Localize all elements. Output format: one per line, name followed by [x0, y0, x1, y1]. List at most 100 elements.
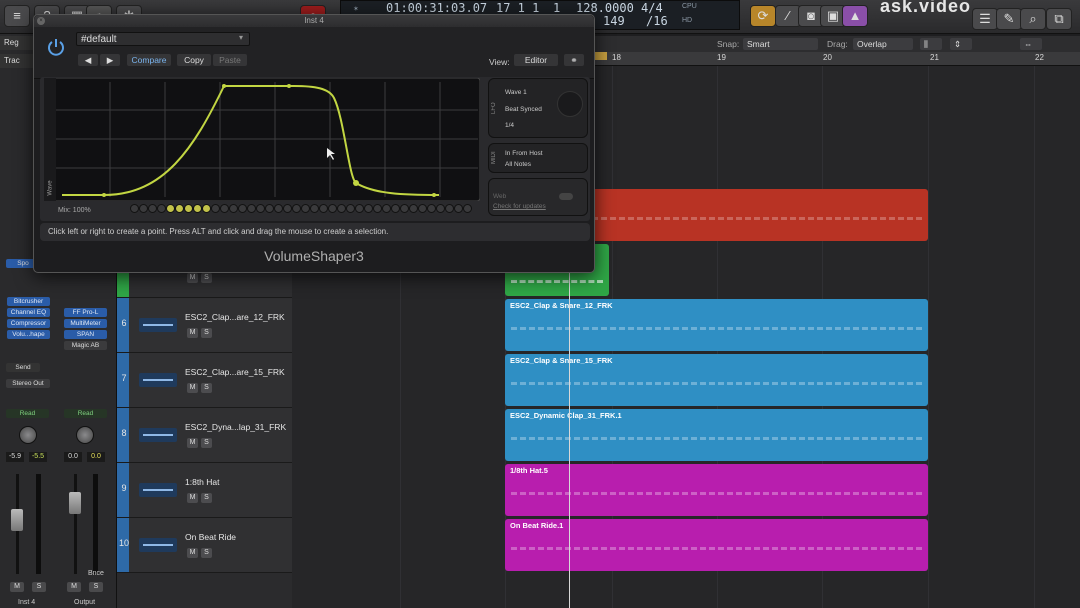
- plugin-slot-compressor[interactable]: Compressor: [7, 319, 50, 328]
- lfo-depth-knob[interactable]: [557, 91, 583, 117]
- check-updates-link[interactable]: Check for updates: [493, 203, 546, 210]
- volume-curve-graph[interactable]: [44, 78, 480, 201]
- track-name[interactable]: ESC2_Clap...are_12_FRK: [185, 312, 285, 322]
- track-solo-button[interactable]: S: [201, 438, 212, 448]
- library-button[interactable]: ≡: [4, 5, 30, 27]
- graph-tool-button[interactable]: [427, 204, 436, 213]
- graph-tool-button[interactable]: [184, 204, 193, 213]
- track-name[interactable]: ESC2_Dyna...lap_31_FRK: [185, 422, 286, 432]
- pan-knob-left[interactable]: [19, 426, 37, 444]
- close-icon[interactable]: ×: [37, 17, 45, 25]
- graph-tool-button[interactable]: [364, 204, 373, 213]
- solo-button-left[interactable]: S: [32, 582, 46, 592]
- waveform-zoom-icon[interactable]: ⫼: [920, 38, 942, 50]
- bounce-label[interactable]: Bnce: [88, 570, 104, 577]
- mute-button-right[interactable]: M: [67, 582, 81, 592]
- graph-tool-button[interactable]: [193, 204, 202, 213]
- track-solo-button[interactable]: S: [201, 548, 212, 558]
- graph-tool-button[interactable]: [157, 204, 166, 213]
- track-name[interactable]: ESC2_Clap...are_15_FRK: [185, 367, 285, 377]
- volume-fader-right[interactable]: [69, 492, 81, 514]
- plugin-slot-span[interactable]: SPAN: [64, 330, 107, 339]
- graph-tool-button[interactable]: [373, 204, 382, 213]
- graph-tool-button[interactable]: [283, 204, 292, 213]
- graph-tool-button[interactable]: [409, 204, 418, 213]
- graph-tool-button[interactable]: [265, 204, 274, 213]
- plugin-slot-volumeshaper[interactable]: Volu...hape: [7, 330, 50, 339]
- graph-tool-button[interactable]: [148, 204, 157, 213]
- plugin-slot-bitcrusher[interactable]: Bitcrusher: [7, 297, 50, 306]
- horizontal-zoom-icon[interactable]: ⇔: [1020, 38, 1042, 50]
- browser-button[interactable]: ⧉: [1046, 8, 1072, 30]
- track-mute-button[interactable]: M: [187, 273, 198, 283]
- graph-tool-button[interactable]: [130, 204, 139, 213]
- track-mute-button[interactable]: M: [187, 438, 198, 448]
- pan-knob-right[interactable]: [76, 426, 94, 444]
- graph-tool-button[interactable]: [139, 204, 148, 213]
- graph-tool-button[interactable]: [337, 204, 346, 213]
- graph-tool-button[interactable]: [175, 204, 184, 213]
- track-mute-button[interactable]: M: [187, 548, 198, 558]
- track-solo-button[interactable]: S: [201, 328, 212, 338]
- track-name[interactable]: 1:8th Hat: [185, 477, 220, 487]
- previous-preset-button[interactable]: ◀: [78, 54, 98, 66]
- graph-tool-button[interactable]: [454, 204, 463, 213]
- graph-tool-button[interactable]: [256, 204, 265, 213]
- graph-tool-button[interactable]: [310, 204, 319, 213]
- graph-tool-button[interactable]: [238, 204, 247, 213]
- metronome-button[interactable]: ▲: [842, 5, 868, 27]
- lfo-sync-select[interactable]: Beat Synced: [505, 106, 542, 113]
- vertical-zoom-icon[interactable]: ⇕: [950, 38, 972, 50]
- graph-tool-button[interactable]: [436, 204, 445, 213]
- copy-button[interactable]: Copy: [177, 54, 211, 66]
- track-header[interactable]: 9 1:8th Hat M S: [117, 463, 292, 518]
- volume-fader-left[interactable]: [11, 509, 23, 531]
- track-mute-button[interactable]: M: [187, 493, 198, 503]
- plugin-slot-channel-eq[interactable]: Channel EQ: [7, 308, 50, 317]
- drag-select[interactable]: Overlap: [853, 38, 913, 50]
- graph-tool-button[interactable]: [418, 204, 427, 213]
- graph-tool-button[interactable]: [229, 204, 238, 213]
- snap-select[interactable]: Smart: [743, 38, 818, 50]
- graph-tool-button[interactable]: [463, 204, 472, 213]
- paste-button[interactable]: Paste: [213, 54, 247, 66]
- cycle-button[interactable]: ⟳: [750, 5, 776, 27]
- graph-tool-button[interactable]: [292, 204, 301, 213]
- track-solo-button[interactable]: S: [201, 383, 212, 393]
- midi-input-select[interactable]: In From Host: [505, 150, 543, 157]
- region-inspector-header[interactable]: Reg: [0, 36, 33, 50]
- timeline-ruler[interactable]: 18 19 20 21 22: [595, 52, 1080, 66]
- track-solo-button[interactable]: S: [201, 493, 212, 503]
- graph-tool-button[interactable]: [202, 204, 211, 213]
- graph-tool-button[interactable]: [247, 204, 256, 213]
- graph-tool-button[interactable]: [355, 204, 364, 213]
- automation-read-right[interactable]: Read: [64, 409, 107, 418]
- plugin-slot-multimeter[interactable]: MultiMeter: [64, 319, 107, 328]
- graph-tool-button[interactable]: [274, 204, 283, 213]
- graph-tool-button[interactable]: [319, 204, 328, 213]
- lfo-rate-select[interactable]: 1/4: [505, 122, 514, 129]
- plugin-slot-magic-ab[interactable]: Magic AB: [64, 341, 107, 350]
- plugin-slot-pro-l[interactable]: FF Pro-L: [64, 308, 107, 317]
- automation-read-left[interactable]: Read: [6, 409, 49, 418]
- mute-button-left[interactable]: M: [10, 582, 24, 592]
- plugin-window-title[interactable]: Inst 4: [34, 15, 594, 27]
- graph-tool-button[interactable]: [400, 204, 409, 213]
- graph-tool-button[interactable]: [391, 204, 400, 213]
- graph-tool-button[interactable]: [166, 204, 175, 213]
- view-select[interactable]: Editor: [514, 54, 558, 66]
- graph-tool-button[interactable]: [328, 204, 337, 213]
- compare-button[interactable]: Compare: [127, 54, 171, 66]
- track-solo-button[interactable]: S: [201, 273, 212, 283]
- list-editors-button[interactable]: ☰: [972, 8, 998, 30]
- update-toggle[interactable]: [559, 193, 573, 200]
- track-header[interactable]: 10 On Beat Ride M S: [117, 518, 292, 573]
- track-header-partial[interactable]: M S: [117, 270, 292, 298]
- track-inspector-header[interactable]: Trac: [0, 54, 33, 68]
- midi-notes-select[interactable]: All Notes: [505, 161, 531, 168]
- graph-tool-button[interactable]: [301, 204, 310, 213]
- power-icon[interactable]: [46, 37, 66, 57]
- track-header[interactable]: 7 ESC2_Clap...are_15_FRK M S: [117, 353, 292, 408]
- notepad-button[interactable]: ✎: [996, 8, 1022, 30]
- solo-button-right[interactable]: S: [89, 582, 103, 592]
